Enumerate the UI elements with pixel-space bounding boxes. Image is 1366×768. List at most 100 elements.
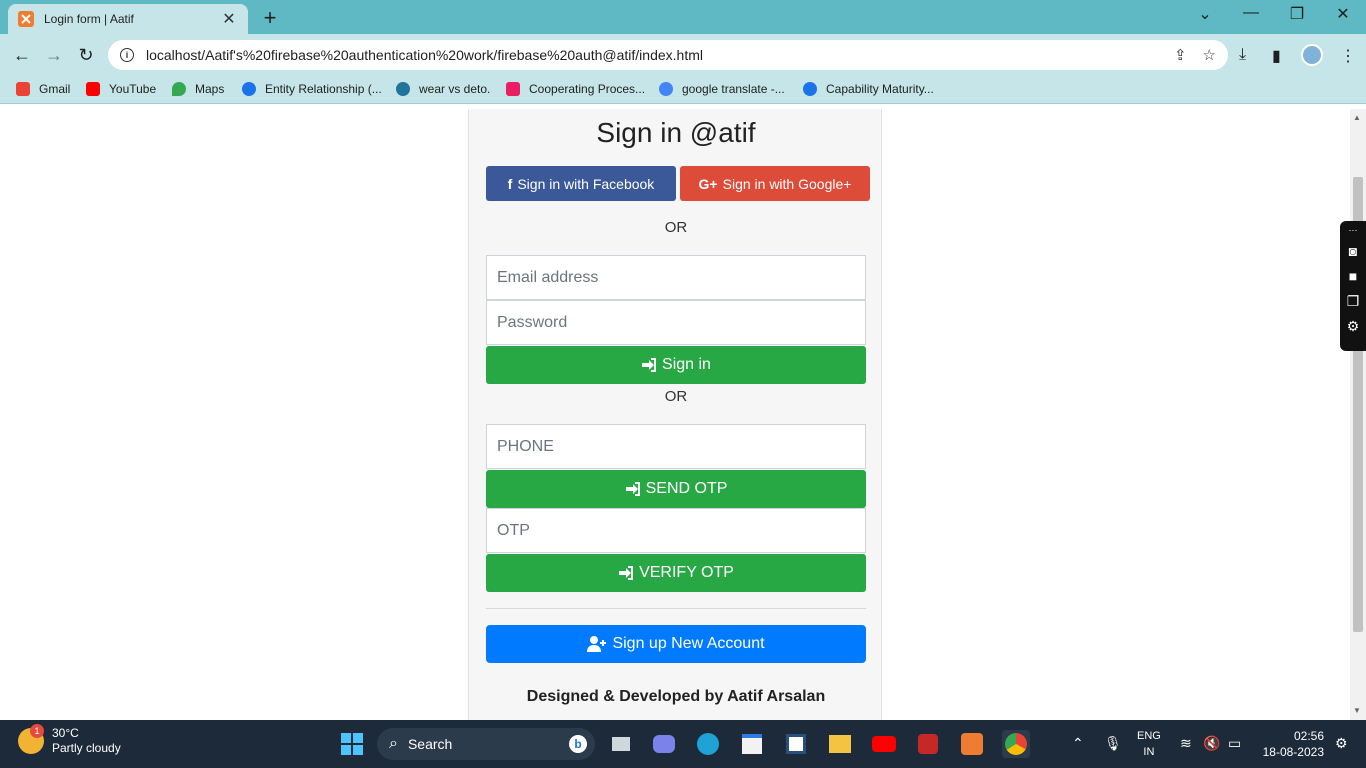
xampp-icon[interactable] — [958, 730, 986, 758]
volume-muted-icon[interactable]: 🔇 — [1203, 735, 1220, 752]
otp-field[interactable]: OTP — [486, 508, 866, 553]
bookmark-label: wear vs deto. — [419, 82, 491, 96]
chat-icon[interactable] — [650, 730, 678, 758]
bookmark-label: google translate -... — [682, 82, 785, 96]
footer-credit: Designed & Developed by Aatif Arsalan — [526, 688, 826, 705]
send-otp-button[interactable]: SEND OTP — [486, 470, 866, 508]
tab-search-chevron-icon[interactable]: ⌄ — [1193, 4, 1217, 24]
screen-recorder-icon[interactable] — [914, 730, 942, 758]
bookmark-cooperating-processes[interactable]: Cooperating Proces... — [506, 82, 645, 96]
bookmark-star-icon[interactable]: ☆ — [1203, 46, 1216, 64]
gear-icon[interactable]: ⚙ — [1347, 317, 1360, 335]
verify-otp-button[interactable]: VERIFY OTP — [486, 554, 866, 592]
video-icon[interactable]: ■ — [1349, 267, 1357, 285]
weather-widget[interactable]: 1 30°C Partly cloudy — [18, 724, 121, 756]
maps-icon — [172, 82, 186, 96]
back-icon[interactable]: ← — [10, 43, 34, 67]
browser-toolbar: ← → ↻ i localhost/Aatif's%20firebase%20a… — [0, 34, 1366, 76]
close-window-icon[interactable]: ✕ — [1331, 4, 1355, 24]
language-code: ENG — [1137, 730, 1161, 742]
side-panel-icon[interactable]: ▮ — [1272, 46, 1281, 66]
minimize-icon[interactable]: — — [1239, 4, 1263, 22]
browser-tab[interactable]: Login form | Aatif ✕ — [8, 4, 248, 34]
globe-icon — [242, 82, 256, 96]
notepad-icon[interactable] — [782, 730, 810, 758]
clock-date: 18-08-2023 — [1262, 745, 1324, 759]
windows-start-icon[interactable] — [338, 730, 366, 758]
signin-button[interactable]: Sign in — [486, 346, 866, 384]
user-plus-icon — [587, 636, 607, 652]
bookmark-label: Capability Maturity... — [826, 82, 934, 96]
google-icon — [659, 82, 673, 96]
camera-icon[interactable]: ◙ — [1349, 242, 1357, 260]
scroll-down-icon[interactable]: ▼ — [1353, 706, 1361, 715]
bookmark-gmail[interactable]: Gmail — [16, 82, 70, 96]
download-icon[interactable]: ⤓ — [1239, 46, 1246, 64]
wifi-icon[interactable]: ≋ — [1180, 735, 1192, 752]
window-icon[interactable]: ❐ — [1347, 292, 1360, 310]
partly-cloudy-icon: 1 — [18, 724, 44, 754]
bookmark-wear-vs-deto[interactable]: wear vs deto. — [396, 82, 490, 96]
bookmark-label: Cooperating Proces... — [529, 82, 646, 96]
bookmark-maps[interactable]: Maps — [172, 82, 224, 96]
microphone-icon[interactable]: 🎙 — [1104, 735, 1122, 752]
clock-time: 02:56 — [1293, 729, 1324, 743]
sign-in-icon — [625, 482, 641, 496]
reload-icon[interactable]: ↻ — [74, 43, 98, 67]
tray-chevron-icon[interactable]: ⌃ — [1072, 735, 1084, 752]
password-field[interactable]: Password — [486, 300, 866, 345]
wordpress-icon — [396, 82, 410, 96]
phone-field[interactable]: PHONE — [486, 424, 866, 469]
language-indicator[interactable]: ENG IN — [1137, 728, 1161, 760]
bookmark-entity-relationship[interactable]: Entity Relationship (... — [242, 82, 382, 96]
bookmark-label: Entity Relationship (... — [265, 82, 382, 96]
windows-taskbar: 1 30°C Partly cloudy ⌕ Search b ⌃ 🎙 ENG … — [0, 720, 1366, 768]
facebook-signin-button[interactable]: f Sign in with Facebook — [486, 166, 676, 201]
edge-icon[interactable] — [694, 730, 722, 758]
google-signin-button[interactable]: G+ Sign in with Google+ — [680, 166, 870, 201]
globe-icon — [803, 82, 817, 96]
region-code: IN — [1143, 746, 1155, 758]
email-field[interactable]: Email address — [486, 255, 866, 300]
battery-icon[interactable]: ▭ — [1228, 735, 1241, 752]
youtube-icon[interactable] — [870, 730, 898, 758]
url-text[interactable]: localhost/Aatif's%20firebase%20authentic… — [146, 47, 1158, 63]
temperature: 30°C — [52, 726, 79, 740]
store-icon[interactable] — [738, 730, 766, 758]
scroll-up-icon[interactable]: ▲ — [1353, 113, 1361, 122]
cube-icon — [506, 82, 520, 96]
share-icon[interactable]: ⇪ — [1174, 46, 1187, 64]
site-info-icon[interactable]: i — [120, 48, 134, 62]
bookmark-google-translate[interactable]: google translate -... — [659, 82, 785, 96]
system-clock[interactable]: 02:56 18-08-2023 — [1262, 728, 1324, 760]
menu-kebab-icon[interactable]: ⋮ — [1340, 46, 1356, 66]
forward-icon[interactable]: → — [42, 43, 66, 67]
taskbar-search[interactable]: ⌕ Search b — [377, 728, 595, 760]
capture-tool-panel: ⋯ ◙ ■ ❐ ⚙ — [1340, 221, 1366, 351]
bookmark-youtube[interactable]: YouTube — [86, 82, 156, 96]
tab-strip: Login form | Aatif ✕ + ⌄ — ❐ ✕ — [0, 0, 1366, 34]
restore-icon[interactable]: ❐ — [1285, 4, 1309, 24]
profile-avatar[interactable] — [1301, 44, 1323, 66]
page-title: Sign in @atif — [596, 117, 756, 148]
search-icon: ⌕ — [389, 735, 398, 752]
bookmark-capability-maturity[interactable]: Capability Maturity... — [803, 82, 934, 96]
sign-in-icon — [618, 566, 634, 580]
bookmark-label: YouTube — [109, 82, 157, 96]
task-view-icon[interactable] — [607, 730, 635, 758]
notification-settings-icon[interactable]: ⚙ — [1335, 735, 1348, 752]
file-explorer-icon[interactable] — [826, 730, 854, 758]
new-tab-icon[interactable]: + — [258, 5, 282, 31]
tab-title: Login form | Aatif — [44, 12, 134, 26]
google-signin-label: Sign in with Google+ — [722, 175, 852, 192]
address-bar[interactable]: i localhost/Aatif's%20firebase%20authent… — [108, 40, 1228, 70]
or-divider-text: OR — [664, 388, 688, 405]
gmail-icon — [16, 82, 30, 96]
signup-button[interactable]: Sign up New Account — [486, 625, 866, 663]
page-scrollbar[interactable]: ▲ ▼ — [1350, 109, 1366, 720]
more-icon[interactable]: ⋯ — [1349, 225, 1358, 235]
login-card: Sign in @atif f Sign in with Facebook G+… — [468, 109, 882, 720]
tab-close-icon[interactable]: ✕ — [220, 9, 238, 29]
chrome-icon[interactable] — [1002, 730, 1030, 758]
send-otp-label: SEND OTP — [645, 480, 728, 497]
